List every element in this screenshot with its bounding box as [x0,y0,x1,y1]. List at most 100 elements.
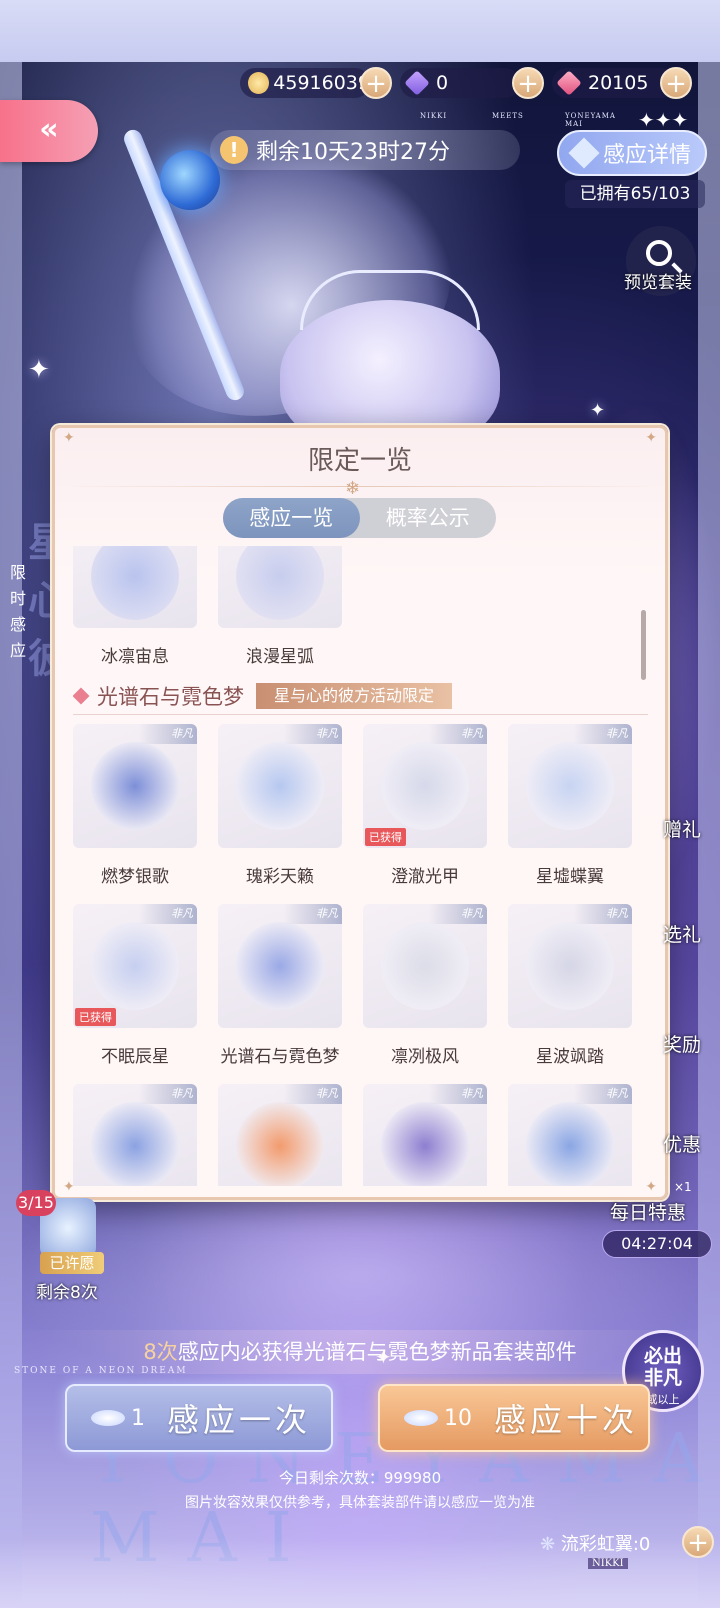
magnifier-icon [646,240,672,266]
daily-deal[interactable]: ×1 每日特惠 04:27:04 [602,1180,712,1272]
list-item[interactable]: 非凡 已获得 澄澈光甲 [363,724,487,887]
rarity-ribbon: 非凡 [574,1084,632,1104]
item-thumbnail: 非凡 [218,1084,342,1186]
item-thumbnail: 非凡 [218,904,342,1028]
side-reward-label[interactable]: 奖励 [663,1030,701,1057]
snowflake-icon: ❄ [345,478,361,499]
list-item[interactable]: 非凡 [508,1084,632,1186]
owned-count: 已拥有65/103 [565,180,705,208]
diamond-counter: 0 [400,68,520,98]
item-art [91,546,179,620]
list-item[interactable]: 非凡 已获得 不眠辰星 [73,904,197,1067]
add-diamonds-button[interactable]: + [512,67,544,99]
section-divider [73,714,648,715]
list-item[interactable]: 浪漫星弧 [218,546,342,667]
nikki-tag: NIKKI [588,1558,628,1569]
wing-ticket-icon [91,1410,125,1426]
item-thumbnail: 非凡 [218,724,342,848]
item-art [526,1102,614,1186]
rarity-ribbon: 非凡 [429,1084,487,1104]
item-thumbnail: 非凡 [508,1084,632,1186]
list-item[interactable]: 非凡凛冽极风 [363,904,487,1067]
sparkle-icon: ✦ [590,400,606,421]
item-art [526,922,614,1010]
rarity-ribbon: 非凡 [574,904,632,924]
item-thumbnail: 非凡已获得 [363,724,487,848]
tiny-label-nikki: NIKKI [420,112,448,120]
obtained-badge: 已获得 [365,828,406,846]
character-tiara [300,270,480,330]
item-art [91,1102,179,1186]
draw-once-cost: 1 [131,1405,145,1431]
back-button[interactable]: « [0,100,98,162]
list-item[interactable]: 冰凛宙息 [73,546,197,667]
outfit-english-title: STONE OF A NEON DREAM [14,1366,188,1376]
item-thumbnail: 非凡 [73,1084,197,1186]
list-item[interactable]: 非凡 星墟蝶翼 [508,724,632,887]
list-item[interactable]: 非凡 燃梦银歌 [73,724,197,887]
coin-icon [248,72,270,94]
rainbow-wing-value: 流彩虹翼:0 [560,1534,651,1555]
list-item[interactable]: 非凡 [363,1084,487,1186]
list-item[interactable]: 非凡 瑰彩天籁 [218,724,342,887]
double-chevron-left-icon: « [39,112,59,147]
crystal-counter: 20105 [552,68,676,98]
rarity-ribbon: 非凡 [284,1084,342,1104]
item-art [236,742,324,830]
badge-line1: 必出 [643,1345,682,1367]
limited-list-modal: ✦ ✦ ✦ ✦ 限定一览 ❄ 感应一览 概率公示 冰凛宙息 浪漫星弧 光谱石与霓… [52,425,668,1200]
draw-details-button[interactable]: 感应详情 [557,130,707,176]
tiny-label-yoneyama: YONEYAMA MAI [565,112,616,128]
rarity-ribbon: 非凡 [429,724,487,744]
side-gift-label[interactable]: 赠礼 [663,815,701,842]
guarantee-text: 感应内必获得光谱石与霓色梦新品套装部件 [177,1340,577,1364]
item-thumbnail [73,546,197,628]
diamond-value: 0 [436,72,449,94]
rarity-ribbon: 非凡 [139,904,197,924]
side-discount-label[interactable]: 优惠 [663,1130,701,1157]
guarantee-count: 8次 [143,1340,178,1364]
add-crystals-button[interactable]: + [660,67,692,99]
preview-outfit-label: 预览套装 [624,273,692,293]
item-name: 凛冽极风 [391,1047,459,1067]
item-name: 浪漫星弧 [246,647,314,667]
draw-ten-button[interactable]: 10 感应十次 [378,1384,650,1452]
side-select-gift-label[interactable]: 选礼 [663,920,701,947]
tab-draw-list[interactable]: 感应一览 [223,498,360,538]
warning-icon: ! [220,136,248,164]
daily-deal-timer: 04:27:04 [602,1230,712,1258]
scrollbar[interactable] [641,610,646,680]
rarity-ribbon: 非凡 [284,904,342,924]
daily-multiplier: ×1 [674,1180,692,1194]
item-list[interactable]: 冰凛宙息 浪漫星弧 光谱石与霓色梦 星与心的彼方活动限定 非凡 燃梦银歌 非凡 瑰彩天… [73,546,648,1186]
event-timer: ! 剩余10天23时27分 [210,130,520,170]
staff-orb [160,150,220,210]
rarity-ribbon: 非凡 [429,904,487,924]
remaining-today: 今日剩余次数：999980 [278,1469,442,1487]
item-art [236,922,324,1010]
daily-deal-label: 每日特惠 [610,1202,687,1224]
item-art [91,922,179,1010]
add-coins-button[interactable]: + [360,67,392,99]
item-thumbnail: 非凡 [363,904,487,1028]
item-art [381,742,469,830]
item-name: 冰凛宙息 [101,647,169,667]
draw-once-button[interactable]: 1 感应一次 [65,1384,333,1452]
disclaimer-text: 图片妆容效果仅供参考，具体套装部件请以感应一览为准 [185,1495,535,1511]
gem-icon [73,687,90,705]
item-name: 光谱石与霓色梦 [220,1047,340,1067]
tab-probability[interactable]: 概率公示 [360,498,497,538]
section-tag: 星与心的彼方活动限定 [256,683,453,709]
item-name: 星波飒踏 [536,1047,604,1067]
list-item[interactable]: 非凡光谱石与霓色梦 [218,904,342,1067]
rarity-ribbon: 非凡 [284,724,342,744]
add-rainbow-wing-button[interactable]: + [682,1526,714,1558]
list-item[interactable]: 非凡 [218,1084,342,1186]
draw-once-label: 感应一次 [167,1401,312,1439]
wish-panel[interactable]: 3/15 已许愿 剩余8次 [12,1190,107,1303]
list-item[interactable]: 非凡星波飒踏 [508,904,632,1067]
diamond-icon [404,70,430,96]
item-thumbnail [218,546,342,628]
list-item[interactable]: 非凡 [73,1084,197,1186]
item-art [381,1102,469,1186]
